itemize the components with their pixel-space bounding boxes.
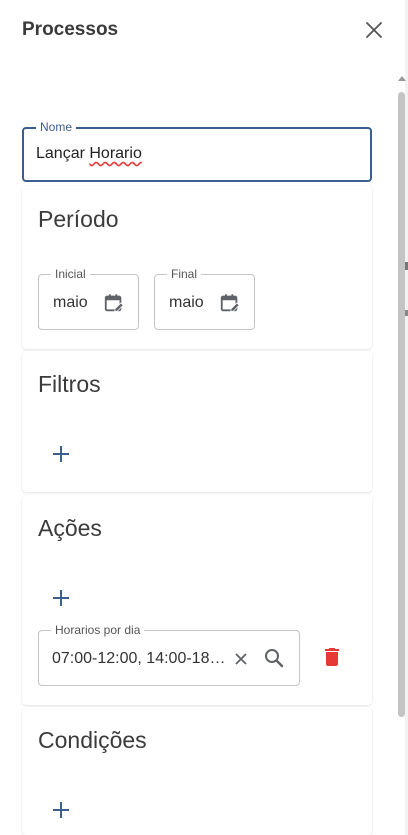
inicial-value: maio — [53, 294, 88, 311]
acoes-title: Ações — [38, 515, 102, 541]
search-icon[interactable] — [263, 647, 285, 669]
drawer-header: Processos — [0, 0, 396, 62]
close-button[interactable] — [362, 18, 386, 42]
final-label: Final — [167, 267, 202, 281]
acoes-card: Ações Horarios por dia 07:00-12:00, 14:0… — [22, 495, 372, 705]
condicoes-card: Condições — [22, 707, 372, 835]
condicoes-title: Condições — [38, 727, 147, 753]
horarios-por-dia-field[interactable]: Horarios por dia 07:00-12:00, 14:00-18:0… — [38, 623, 300, 686]
final-value: maio — [169, 294, 204, 311]
scroll-up-arrow-icon[interactable] — [398, 76, 406, 81]
processos-drawer: Processos Nome Lançar Horario Período In… — [0, 0, 408, 835]
close-icon — [366, 22, 382, 38]
nome-label: Nome — [36, 120, 77, 134]
nome-value-misspelled: Horario — [89, 145, 142, 162]
drawer-title: Processos — [22, 19, 119, 40]
calendar-edit-icon[interactable] — [103, 292, 125, 314]
filtros-title: Filtros — [38, 371, 101, 397]
filtros-card: Filtros — [22, 351, 372, 492]
trash-icon[interactable] — [320, 645, 344, 669]
scroll-thumb[interactable] — [398, 92, 405, 717]
horarios-value: 07:00-12:00, 14:00-18:00 — [52, 650, 226, 667]
inicial-date-field[interactable]: Inicial maio — [38, 267, 139, 330]
drawer-scrollbar[interactable] — [396, 62, 408, 835]
periodo-title: Período — [38, 206, 119, 232]
inicial-label: Inicial — [51, 267, 90, 281]
nome-value-start: Lançar — [36, 145, 90, 162]
nome-field[interactable]: Nome Lançar Horario — [22, 120, 372, 182]
clear-icon[interactable] — [231, 649, 251, 669]
add-acao-plus-icon[interactable] — [50, 587, 72, 609]
final-date-field[interactable]: Final maio — [154, 267, 255, 330]
nome-input[interactable]: Lançar Horario — [36, 145, 356, 163]
periodo-card: Período Inicial maio Final maio — [22, 186, 372, 349]
add-condicao-plus-icon[interactable] — [50, 799, 72, 821]
calendar-edit-icon[interactable] — [219, 292, 241, 314]
add-filtro-plus-icon[interactable] — [50, 443, 72, 465]
horarios-label: Horarios por dia — [51, 623, 145, 637]
